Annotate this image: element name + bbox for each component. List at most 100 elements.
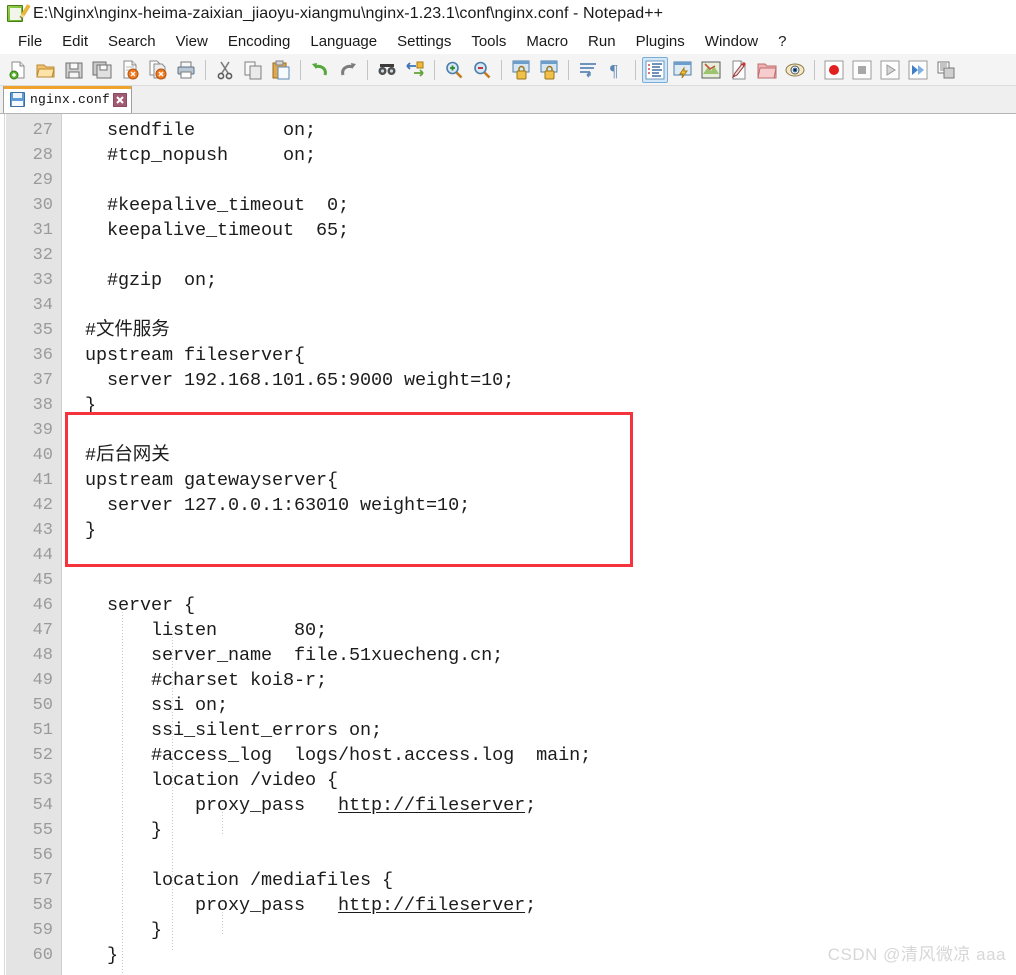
copy-icon[interactable]: [240, 57, 266, 83]
zoom-in-icon[interactable]: [441, 57, 467, 83]
line-number: 27: [32, 121, 53, 140]
menu-settings[interactable]: Settings: [387, 31, 461, 52]
function-list-icon[interactable]: [726, 57, 752, 83]
folder-as-workspace-icon[interactable]: [754, 57, 780, 83]
show-document-map-icon[interactable]: [698, 57, 724, 83]
cut-icon[interactable]: [212, 57, 238, 83]
code-line: proxy_pass http://fileserver;: [63, 793, 536, 818]
code-line: location /mediafiles {: [63, 870, 394, 891]
line-number: 55: [32, 821, 53, 840]
menu-help[interactable]: ?: [768, 31, 796, 52]
code-editor[interactable]: 27 28 29 30 31 32 33 34 35 36 37 38 39 4…: [0, 114, 1016, 975]
tab-bar: nginx.conf: [0, 86, 1016, 114]
code-line: #access_log logs/host.access.log main;: [63, 745, 592, 766]
code-line: proxy_pass http://fileserver;: [63, 893, 536, 918]
save-icon[interactable]: [61, 57, 87, 83]
menu-file[interactable]: File: [8, 31, 52, 52]
url-link[interactable]: http://fileserver: [338, 895, 525, 916]
redo-icon[interactable]: [335, 57, 361, 83]
line-number: 29: [32, 171, 53, 190]
notepad-plus-plus-window: E:\Nginx\nginx-heima-zaixian_jiaoyu-xian…: [0, 0, 1016, 975]
line-number: 42: [32, 496, 53, 515]
close-icon[interactable]: [113, 92, 128, 107]
show-all-characters-icon[interactable]: ¶: [603, 57, 629, 83]
line-number: 51: [32, 721, 53, 740]
tab-nginx-conf[interactable]: nginx.conf: [3, 86, 133, 113]
show-indent-guide-icon[interactable]: [642, 56, 668, 83]
line-number: 43: [32, 521, 53, 540]
code-line: #gzip on;: [63, 270, 218, 291]
code-text: proxy_pass: [63, 795, 339, 816]
code-line: sendfile on;: [63, 120, 317, 141]
title-bar: E:\Nginx\nginx-heima-zaixian_jiaoyu-xian…: [0, 0, 1016, 28]
menu-language[interactable]: Language: [300, 31, 387, 52]
line-number: 49: [32, 671, 53, 690]
line-number: 41: [32, 471, 53, 490]
run-macro-multiple-icon[interactable]: [905, 57, 931, 83]
line-number: 46: [32, 596, 53, 615]
open-file-icon[interactable]: [33, 57, 59, 83]
saved-document-icon: [10, 92, 25, 107]
code-line: #charset koi8-r;: [63, 670, 328, 691]
code-line: server 127.0.0.1:63010 weight=10;: [63, 495, 471, 516]
line-number: 44: [32, 546, 53, 565]
menu-run[interactable]: Run: [578, 31, 626, 52]
menu-window[interactable]: Window: [695, 31, 768, 52]
play-macro-icon[interactable]: [877, 57, 903, 83]
code-line: keepalive_timeout 65;: [63, 220, 350, 241]
tab-label: nginx.conf: [30, 92, 111, 107]
menu-plugins[interactable]: Plugins: [626, 31, 695, 52]
save-all-icon[interactable]: [89, 57, 115, 83]
menu-bar: File Edit Search View Encoding Language …: [0, 28, 1016, 54]
save-current-macro-icon[interactable]: [933, 57, 959, 83]
menu-edit[interactable]: Edit: [52, 31, 98, 52]
undo-icon[interactable]: [307, 57, 333, 83]
print-icon[interactable]: [173, 57, 199, 83]
menu-view[interactable]: View: [166, 31, 218, 52]
line-number: 54: [32, 796, 53, 815]
user-defined-dialog-icon[interactable]: [670, 57, 696, 83]
paste-icon[interactable]: [268, 57, 294, 83]
code-line: location /video {: [63, 770, 339, 791]
code-text-area[interactable]: sendfile on; #tcp_nopush on; #keepalive_…: [63, 114, 1016, 975]
replace-icon[interactable]: [402, 57, 428, 83]
code-line: #tcp_nopush on;: [63, 145, 317, 166]
editor-left-margin: [0, 114, 5, 975]
stop-recording-icon[interactable]: [849, 57, 875, 83]
zoom-out-icon[interactable]: [469, 57, 495, 83]
toolbar-separator: [300, 59, 301, 80]
code-line: #后台网关: [63, 445, 170, 466]
line-number: 53: [32, 771, 53, 790]
document-switcher-icon[interactable]: [782, 57, 808, 83]
url-link[interactable]: http://fileserver: [338, 795, 525, 816]
line-number-gutter: 27 28 29 30 31 32 33 34 35 36 37 38 39 4…: [6, 114, 62, 975]
window-title: E:\Nginx\nginx-heima-zaixian_jiaoyu-xian…: [33, 5, 664, 22]
tab-active-indicator: [4, 86, 132, 89]
sync-horizontal-scroll-icon[interactable]: [536, 57, 562, 83]
toolbar-separator: [568, 59, 569, 80]
word-wrap-icon[interactable]: [575, 57, 601, 83]
code-line: listen 80;: [63, 620, 328, 641]
line-number: 50: [32, 696, 53, 715]
toolbar-separator: [635, 59, 636, 80]
sync-vertical-scroll-icon[interactable]: [508, 57, 534, 83]
code-line: server {: [63, 595, 196, 616]
menu-tools[interactable]: Tools: [461, 31, 516, 52]
code-line: ssi_silent_errors on;: [63, 720, 383, 741]
line-number: 56: [32, 846, 53, 865]
line-number: 59: [32, 921, 53, 940]
close-all-files-icon[interactable]: [145, 57, 171, 83]
record-macro-icon[interactable]: [821, 57, 847, 83]
line-number: 48: [32, 646, 53, 665]
menu-search[interactable]: Search: [98, 31, 166, 52]
line-number: 30: [32, 196, 53, 215]
code-line: }: [63, 820, 163, 841]
menu-encoding[interactable]: Encoding: [218, 31, 301, 52]
close-file-icon[interactable]: [117, 57, 143, 83]
menu-macro[interactable]: Macro: [516, 31, 578, 52]
line-number: 33: [32, 271, 53, 290]
new-file-icon[interactable]: [5, 57, 31, 83]
code-line: }: [63, 520, 97, 541]
find-icon[interactable]: [374, 57, 400, 83]
csdn-watermark: CSDN @清风微凉 aaa: [827, 945, 1006, 964]
